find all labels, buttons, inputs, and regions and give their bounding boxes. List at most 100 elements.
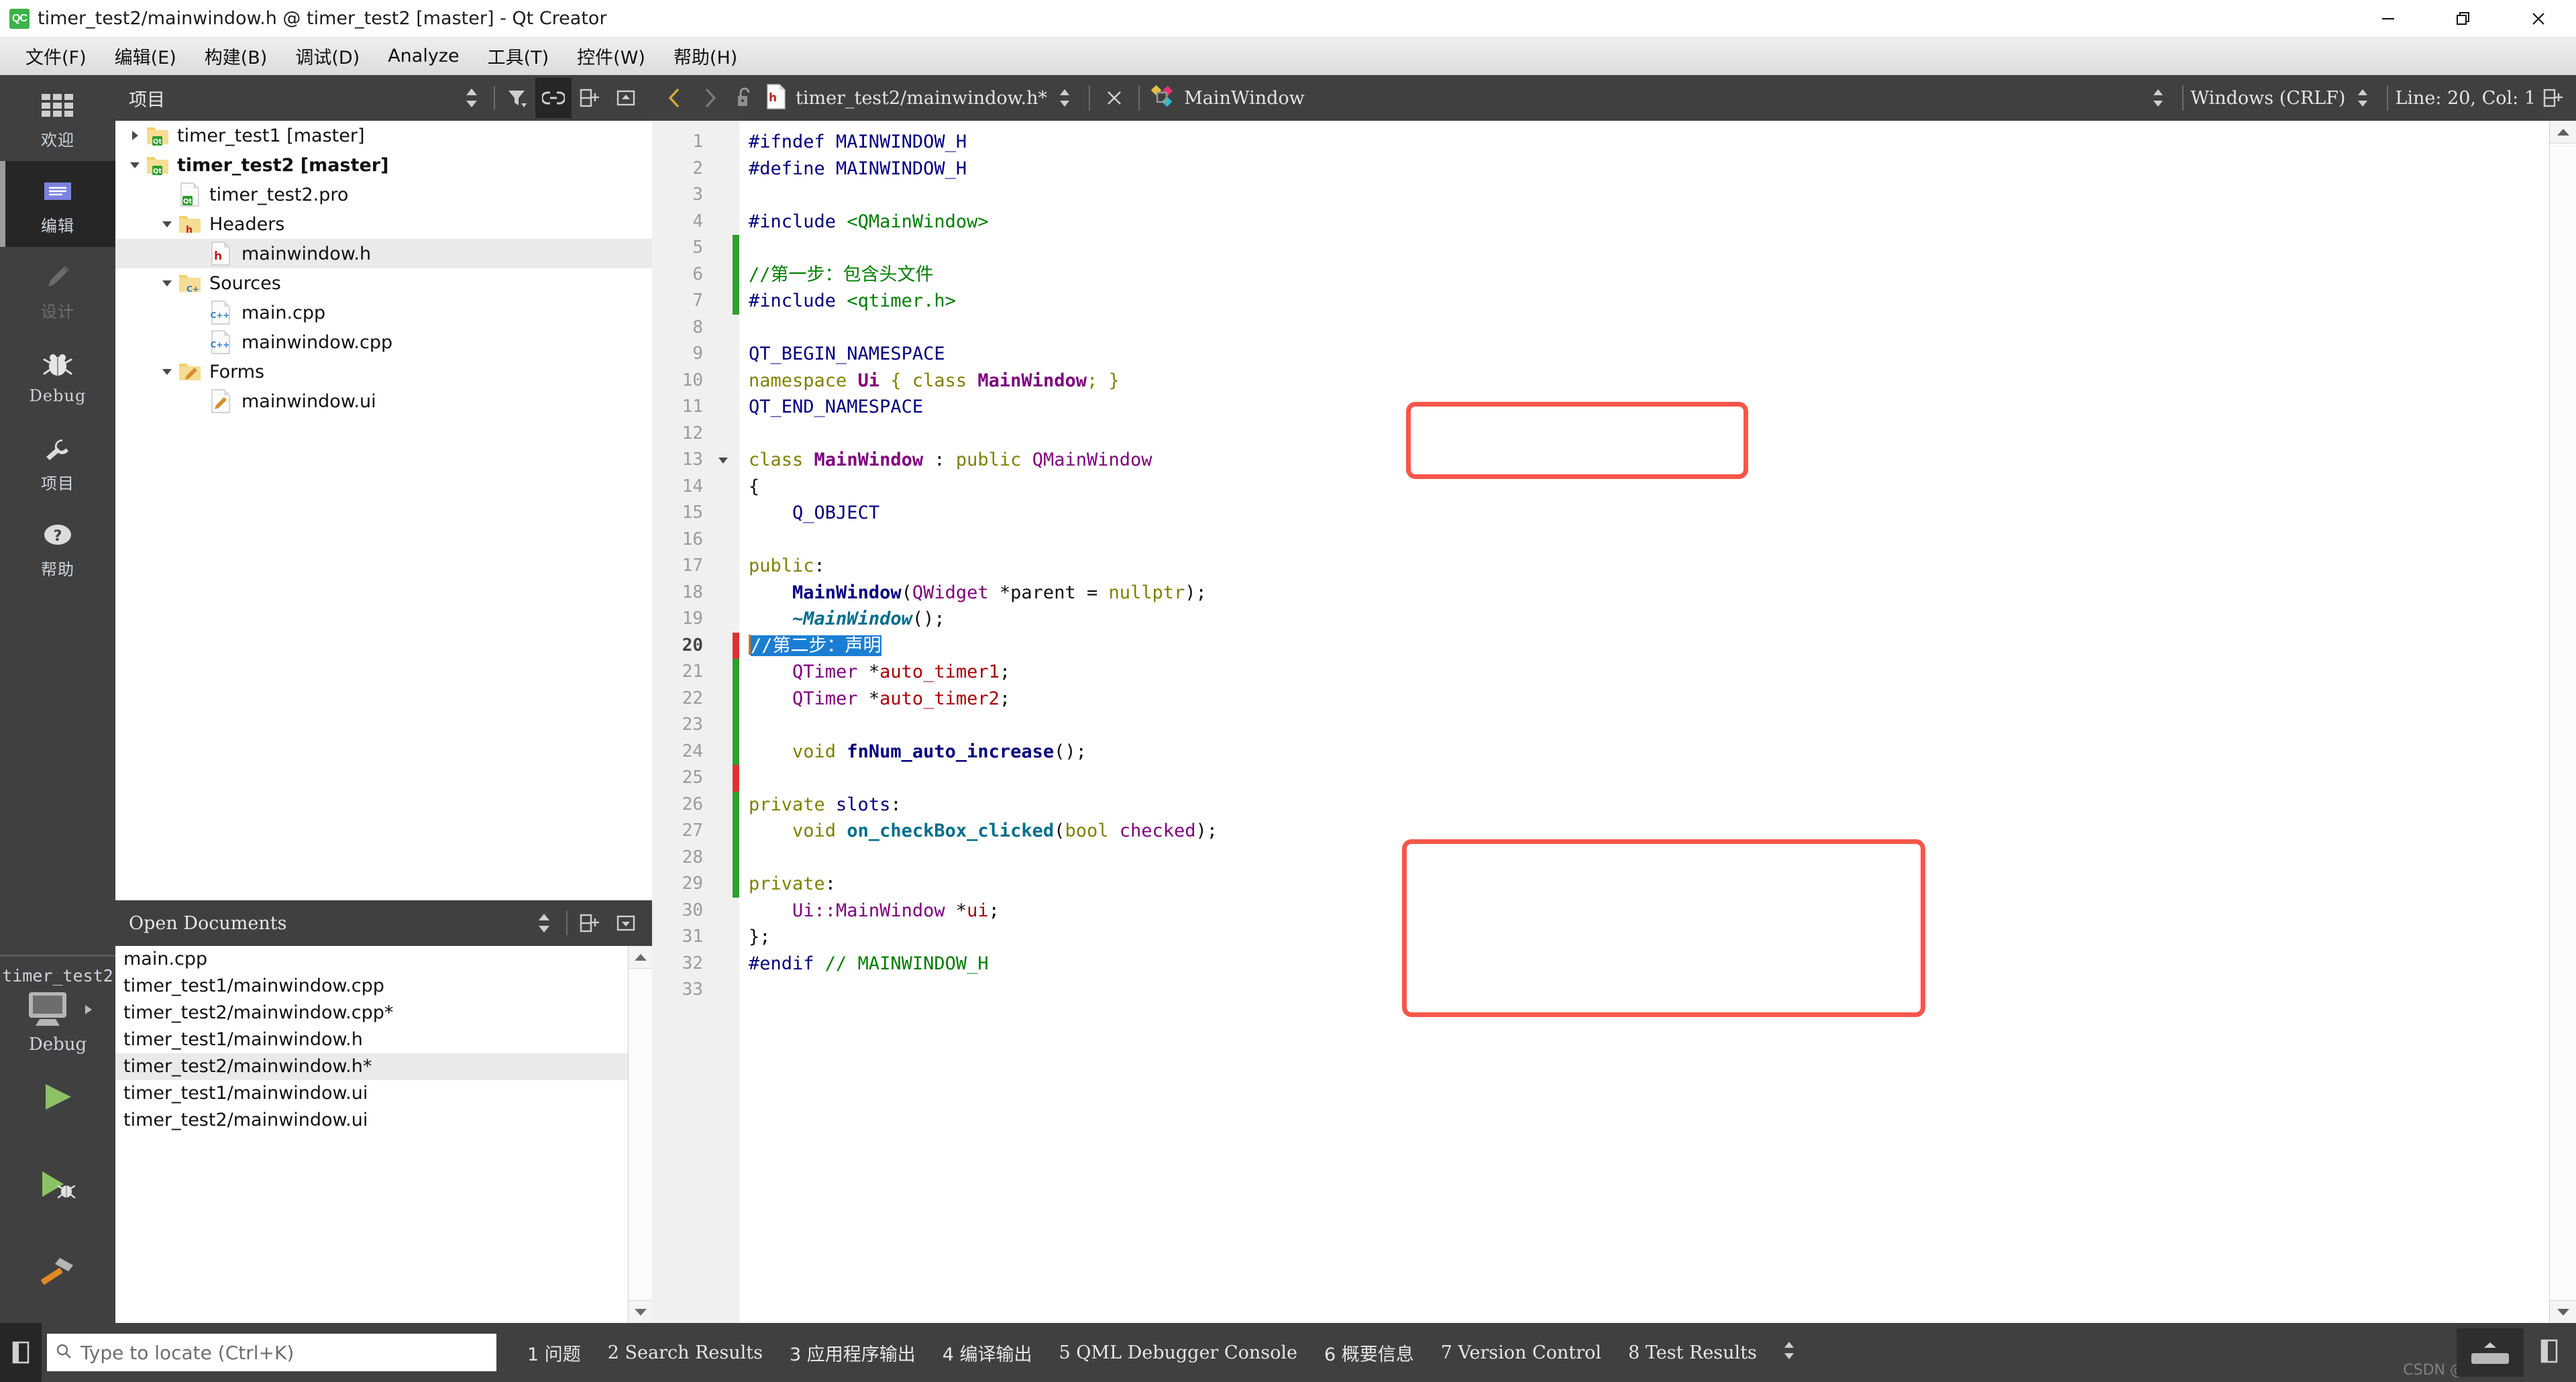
menu-item-window[interactable]: 控件(W) xyxy=(564,40,659,72)
output-pane-tab-2[interactable]: 2 Search Results xyxy=(594,1338,776,1367)
chevron-right-icon[interactable] xyxy=(123,129,146,142)
code-line[interactable] xyxy=(749,977,2549,1004)
output-pane-tab-7[interactable]: 7 Version Control xyxy=(1428,1338,1615,1367)
sync-selection-icon[interactable] xyxy=(526,903,562,943)
kit-target-row[interactable] xyxy=(0,990,115,1033)
pane-dropdown-icon[interactable] xyxy=(1770,1334,1811,1371)
code-line[interactable]: QT_BEGIN_NAMESPACE xyxy=(749,341,2549,368)
tree-item-main.cpp[interactable]: C++ main.cpp xyxy=(115,298,652,327)
chevron-down-icon[interactable] xyxy=(156,276,178,290)
menu-item-analyze[interactable]: Analyze xyxy=(374,43,472,69)
code-line[interactable]: #ifndef MAINWINDOW_H xyxy=(749,129,2549,156)
code-line[interactable] xyxy=(749,712,2549,739)
output-pane-toggle-icon[interactable] xyxy=(2530,1339,2568,1367)
code-line[interactable]: //第一步：包含头文件 xyxy=(749,262,2549,288)
code-line[interactable]: public: xyxy=(749,553,2549,580)
scroll-down-icon[interactable] xyxy=(629,1300,652,1323)
output-pane-tab-3[interactable]: 3 应用程序输出 xyxy=(776,1336,929,1370)
code-line[interactable]: QTimer *auto_timer2; xyxy=(749,686,2549,712)
chevron-down-icon[interactable] xyxy=(156,217,178,231)
menu-item-tools[interactable]: 工具(T) xyxy=(474,40,563,72)
code-line[interactable]: void fnNum_auto_increase(); xyxy=(749,739,2549,765)
open-documents-scrollbar[interactable] xyxy=(628,946,652,1323)
back-arrow-icon[interactable] xyxy=(657,78,692,118)
mode-item-edit[interactable]: 编辑 xyxy=(0,161,115,247)
open-document-item[interactable]: timer_test1/mainwindow.ui xyxy=(115,1080,628,1107)
split-icon[interactable] xyxy=(572,903,608,943)
menu-item-file[interactable]: 文件(F) xyxy=(12,40,100,72)
chevron-down-icon[interactable] xyxy=(123,158,146,172)
fold-toggle-icon[interactable] xyxy=(714,447,733,474)
scroll-up-icon[interactable] xyxy=(629,946,652,969)
mode-item-help[interactable]: ? 帮助 xyxy=(0,504,115,590)
output-pane-tab-6[interactable]: 6 概要信息 xyxy=(1311,1336,1428,1370)
mode-item-debug[interactable]: Debug xyxy=(0,333,115,419)
mode-item-welcome[interactable]: 欢迎 xyxy=(0,75,115,161)
editor-scrollbar[interactable] xyxy=(2549,121,2576,1323)
line-ending-selector[interactable]: Windows (CRLF) xyxy=(2190,88,2345,109)
open-document-item[interactable]: timer_test2/mainwindow.h* xyxy=(115,1053,628,1080)
output-pane-tab-1[interactable]: 1 问题 xyxy=(514,1336,594,1370)
scroll-track[interactable] xyxy=(629,969,652,1300)
code-line[interactable]: Q_OBJECT xyxy=(749,500,2549,527)
menu-item-build[interactable]: 构建(B) xyxy=(191,40,281,72)
split-icon[interactable] xyxy=(2536,78,2571,118)
current-file-selector[interactable]: h timer_test2/mainwindow.h* xyxy=(766,83,1047,113)
open-document-item[interactable]: main.cpp xyxy=(115,946,628,973)
tree-item-headers[interactable]: h Headers xyxy=(115,209,652,239)
code-line[interactable]: QT_END_NAMESPACE xyxy=(749,394,2549,421)
filter-icon[interactable] xyxy=(499,78,535,118)
scroll-up-icon[interactable] xyxy=(2550,121,2576,144)
maximize-button[interactable] xyxy=(2426,0,2501,38)
menu-item-edit[interactable]: 编辑(E) xyxy=(101,40,190,72)
scroll-track[interactable] xyxy=(2550,144,2576,1300)
code-line[interactable]: namespace Ui { class MainWindow; } xyxy=(749,368,2549,394)
code-line[interactable] xyxy=(749,235,2549,262)
code-line[interactable]: #endif // MAINWINDOW_H xyxy=(749,951,2549,977)
code-line[interactable] xyxy=(749,182,2549,209)
fold-column[interactable] xyxy=(714,121,733,1323)
close-panel-icon[interactable] xyxy=(608,903,644,943)
code-line[interactable] xyxy=(749,421,2549,447)
code-line[interactable] xyxy=(749,765,2549,792)
tree-item-timer-test2-master[interactable]: Qt timer_test2 [master] xyxy=(115,150,652,180)
tree-item-timer-test1-master[interactable]: Qt timer_test1 [master] xyxy=(115,121,652,150)
symbol-selector[interactable]: MainWindow xyxy=(1150,85,1305,112)
panel-toggle-icon[interactable] xyxy=(0,1323,42,1382)
output-pane-tab-5[interactable]: 5 QML Debugger Console xyxy=(1046,1338,1311,1367)
close-document-icon[interactable] xyxy=(1097,78,1132,118)
kit-expand-arrow-icon[interactable] xyxy=(83,1002,95,1020)
forward-arrow-icon[interactable] xyxy=(692,78,727,118)
code-line[interactable]: QTimer *auto_timer1; xyxy=(749,659,2549,686)
code-line[interactable]: MainWindow(QWidget *parent = nullptr); xyxy=(749,580,2549,606)
menu-item-debug[interactable]: 调试(D) xyxy=(282,40,373,72)
line-ending-dropdown-icon[interactable] xyxy=(2345,78,2380,118)
code-line[interactable]: ~MainWindow(); xyxy=(749,606,2549,633)
code-line[interactable]: #include <QMainWindow> xyxy=(749,209,2549,235)
cursor-position-label[interactable]: Line: 20, Col: 1 xyxy=(2395,88,2536,109)
chevron-down-icon[interactable] xyxy=(156,365,178,378)
menu-item-help[interactable]: 帮助(H) xyxy=(660,40,751,72)
tree-item-timer-test2.pro[interactable]: Qt timer_test2.pro xyxy=(115,180,652,209)
editor-body[interactable]: 1 2 3 4 5 6 7 8 9 10 11 12 13 14 15 16 17 18 19 20 21 22 23 24 2… xyxy=(652,121,2576,1323)
code-line[interactable] xyxy=(749,527,2549,553)
progress-details-icon[interactable] xyxy=(2457,1328,2524,1377)
run-button[interactable] xyxy=(0,1055,115,1142)
project-tree[interactable]: Qt timer_test1 [master] Qt timer_test2 [mas… xyxy=(115,121,652,900)
symbol-dropdown-icon[interactable] xyxy=(2141,78,2176,118)
open-document-item[interactable]: timer_test2/mainwindow.ui xyxy=(115,1107,628,1134)
close-panel-icon[interactable] xyxy=(608,78,644,118)
sync-selection-icon[interactable] xyxy=(453,78,490,118)
scroll-down-icon[interactable] xyxy=(2550,1300,2576,1323)
tree-item-mainwindow.ui[interactable]: mainwindow.ui xyxy=(115,386,652,416)
code-line[interactable]: private: xyxy=(749,871,2549,898)
close-button[interactable] xyxy=(2501,0,2576,38)
open-document-item[interactable]: timer_test1/mainwindow.cpp xyxy=(115,973,628,1000)
open-document-item[interactable]: timer_test1/mainwindow.h xyxy=(115,1026,628,1053)
tree-item-mainwindow.cpp[interactable]: C++ mainwindow.cpp xyxy=(115,327,652,357)
locator-input[interactable]: Type to locate (Ctrl+K) xyxy=(47,1334,496,1371)
code-line[interactable]: void on_checkBox_clicked(bool checked); xyxy=(749,818,2549,845)
mode-item-design[interactable]: 设计 xyxy=(0,247,115,333)
start-debugging-button[interactable] xyxy=(0,1142,115,1229)
code-line[interactable]: class MainWindow : public QMainWindow xyxy=(749,447,2549,474)
